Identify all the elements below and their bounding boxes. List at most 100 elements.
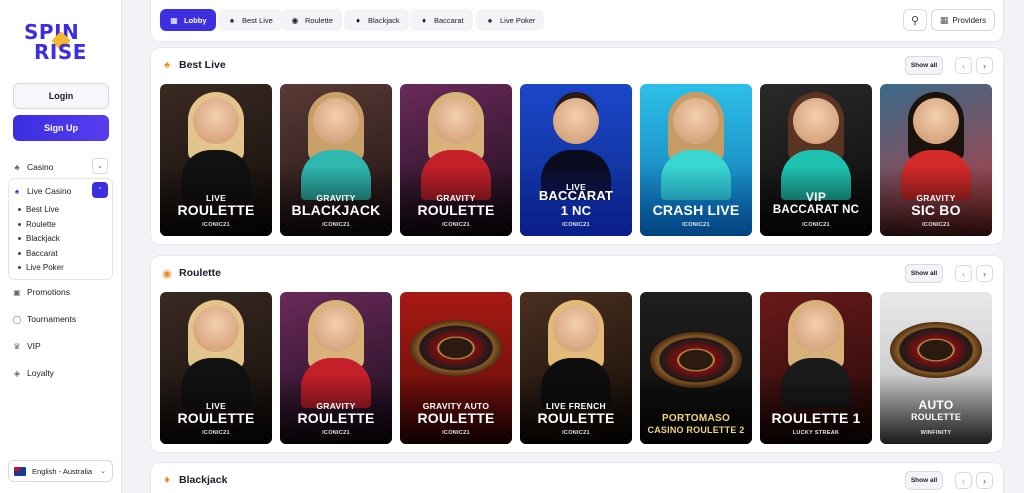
providers-button[interactable]: ▦ Providers bbox=[931, 9, 995, 31]
sidebar-item-vip[interactable]: ♛ VIP bbox=[12, 337, 110, 355]
card-provider: ICONIC21 bbox=[442, 430, 470, 436]
sidebar-item-label: Promotions bbox=[27, 287, 70, 297]
card-title: ROULETTE bbox=[910, 412, 962, 422]
chevron-left-icon: ‹ bbox=[962, 60, 965, 71]
chevron-up-icon[interactable]: ⌃ bbox=[92, 182, 108, 198]
live-casino-icon: ♠ bbox=[14, 186, 20, 196]
sidebar-item-tournaments[interactable]: ◯ Tournaments bbox=[12, 310, 110, 328]
dealer-image bbox=[793, 98, 839, 144]
cards-icon: ♣ bbox=[14, 162, 20, 172]
show-all-button[interactable]: Show all bbox=[905, 264, 943, 283]
sidebar-subitem-blackjack[interactable]: Blackjack bbox=[18, 234, 60, 243]
show-all-button[interactable]: Show all bbox=[905, 56, 943, 75]
game-card[interactable]: GRAVITY BLACKJACK ICONIC21 bbox=[280, 84, 392, 236]
dealer-image bbox=[433, 98, 479, 144]
tab-live-poker[interactable]: ♠ Live Poker bbox=[476, 9, 545, 31]
card-title: ROULETTE 1 bbox=[771, 410, 861, 426]
card-title: ROULETTE bbox=[177, 410, 255, 426]
game-card[interactable]: ROULETTE 1 LUCKY STREAK bbox=[760, 292, 872, 444]
section-best-live: ♠ Best Live Show all ‹ › LIVE ROULETTE I… bbox=[150, 47, 1004, 245]
roulette-icon: ◉ bbox=[162, 267, 172, 280]
sidebar-item-casino[interactable]: ♣ Casino ⌄ bbox=[12, 158, 110, 176]
sidebar-subitem-roulette[interactable]: Roulette bbox=[18, 220, 56, 229]
spade-icon: ♠ bbox=[487, 15, 493, 25]
sidebar-subitem-baccarat[interactable]: Baccarat bbox=[18, 249, 58, 258]
card-provider: ICONIC21 bbox=[202, 222, 230, 228]
game-card[interactable]: LIVE BACCARAT 1 NC ICONIC21 bbox=[520, 84, 632, 236]
card-provider: ICONIC21 bbox=[562, 222, 590, 228]
spinrise-logo[interactable]: SPIN RISE bbox=[22, 20, 100, 64]
sidebar-item-promotions[interactable]: ▣ Promotions bbox=[12, 283, 110, 301]
tab-label: Baccarat bbox=[434, 15, 464, 25]
language-selector[interactable]: English - Australia ⌄ bbox=[8, 460, 113, 482]
card-title: ROULETTE bbox=[417, 202, 495, 218]
game-card[interactable]: LIVE ROULETTE ICONIC21 bbox=[160, 292, 272, 444]
search-button[interactable]: ⚲ bbox=[903, 9, 927, 31]
bullet-icon bbox=[18, 237, 21, 240]
subitem-label: Best Live bbox=[26, 205, 59, 214]
game-card[interactable]: AUTO ROULETTE WINFINITY bbox=[880, 292, 992, 444]
tab-blackjack[interactable]: ♦ Blackjack bbox=[344, 9, 409, 31]
sidebar-subitem-best-live[interactable]: Best Live bbox=[18, 205, 59, 214]
sidebar-subitem-live-poker[interactable]: Live Poker bbox=[18, 263, 64, 272]
subitem-label: Baccarat bbox=[26, 249, 58, 258]
chevron-down-icon[interactable]: ⌄ bbox=[92, 158, 108, 174]
category-tabs-bar: ▦ Lobby ♠ Best Live ◉ Roulette ♦ Blackjack ♦… bbox=[150, 0, 1004, 42]
card-title: SIC BO bbox=[911, 202, 961, 218]
tab-lobby[interactable]: ▦ Lobby bbox=[160, 9, 216, 31]
providers-label: Providers bbox=[952, 15, 987, 25]
game-card[interactable]: GRAVITY ROULETTE ICONIC21 bbox=[400, 84, 512, 236]
next-arrow-button[interactable]: › bbox=[976, 57, 993, 74]
sidebar: SPIN RISE Login Sign Up ♣ Casino ⌄ ♠ Liv… bbox=[0, 0, 122, 493]
card-title: ROULETTE bbox=[417, 410, 495, 426]
signup-button[interactable]: Sign Up bbox=[13, 115, 109, 141]
dealer-image bbox=[313, 306, 359, 352]
dealer-image bbox=[793, 306, 839, 352]
gift-icon: ▣ bbox=[13, 287, 21, 297]
section-title-label: Roulette bbox=[179, 267, 221, 279]
login-button[interactable]: Login bbox=[13, 83, 109, 109]
game-card[interactable]: GRAVITY SIC BO ICONIC21 bbox=[880, 84, 992, 236]
sidebar-item-label: Tournaments bbox=[27, 314, 77, 324]
game-card[interactable]: PORTOMASO CASINO ROULETTE 2 bbox=[640, 292, 752, 444]
bullet-icon bbox=[18, 223, 21, 226]
sidebar-item-live-casino[interactable]: ♠ Live Casino ⌃ bbox=[12, 182, 110, 200]
spade-icon: ♠ bbox=[229, 15, 235, 25]
sidebar-item-loyalty[interactable]: ◈ Loyalty bbox=[12, 364, 110, 382]
section-title-label: Blackjack bbox=[179, 474, 228, 486]
chevron-right-icon: › bbox=[983, 60, 986, 71]
section-title: ◉ Roulette bbox=[161, 267, 221, 280]
section-title: ♠ Best Live bbox=[161, 59, 226, 71]
game-card[interactable]: GRAVITY AUTO ROULETTE ICONIC21 bbox=[400, 292, 512, 444]
chevron-right-icon: › bbox=[983, 475, 986, 486]
prev-arrow-button[interactable]: ‹ bbox=[955, 265, 972, 282]
tab-best-live[interactable]: ♠ Best Live bbox=[218, 9, 282, 31]
tab-label: Blackjack bbox=[368, 15, 400, 25]
tab-baccarat[interactable]: ♦ Baccarat bbox=[410, 9, 473, 31]
chevron-left-icon: ‹ bbox=[962, 268, 965, 279]
dealer-image bbox=[553, 306, 599, 352]
prev-arrow-button[interactable]: ‹ bbox=[955, 472, 972, 489]
grid-icon: ▦ bbox=[939, 14, 949, 25]
tab-roulette[interactable]: ◉ Roulette bbox=[281, 9, 342, 31]
card-title: CRASH LIVE bbox=[652, 202, 740, 218]
card-provider: ICONIC21 bbox=[802, 222, 830, 228]
bullet-icon bbox=[18, 252, 21, 255]
game-card[interactable]: VIP BACCARAT NC ICONIC21 bbox=[760, 84, 872, 236]
show-all-button[interactable]: Show all bbox=[905, 471, 943, 490]
australia-flag-icon bbox=[14, 466, 26, 476]
roulette-wheel-image bbox=[410, 320, 502, 376]
next-arrow-button[interactable]: › bbox=[976, 265, 993, 282]
game-card[interactable]: CRASH LIVE ICONIC21 bbox=[640, 84, 752, 236]
card-provider: ICONIC21 bbox=[202, 430, 230, 436]
dealer-image bbox=[553, 98, 599, 144]
section-title: ♦ Blackjack bbox=[161, 474, 227, 486]
game-card[interactable]: GRAVITY ROULETTE ICONIC21 bbox=[280, 292, 392, 444]
dealer-image bbox=[193, 306, 239, 352]
roulette-wheel-image bbox=[890, 322, 982, 378]
game-card[interactable]: LIVE ROULETTE ICONIC21 bbox=[160, 84, 272, 236]
tab-label: Lobby bbox=[184, 15, 207, 25]
game-card[interactable]: LIVE FRENCH ROULETTE ICONIC21 bbox=[520, 292, 632, 444]
prev-arrow-button[interactable]: ‹ bbox=[955, 57, 972, 74]
next-arrow-button[interactable]: › bbox=[976, 472, 993, 489]
